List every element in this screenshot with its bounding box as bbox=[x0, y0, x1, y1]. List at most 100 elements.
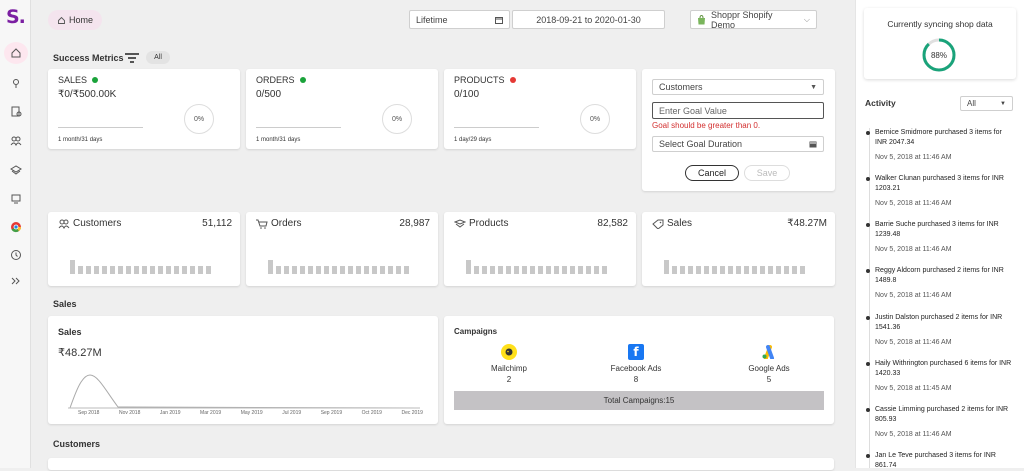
store-select[interactable]: Shoppr Shopify Demo ⌵ bbox=[690, 9, 817, 30]
home-icon[interactable] bbox=[4, 42, 28, 64]
campaign-facebook[interactable]: f Facebook Ads 8 bbox=[596, 344, 676, 384]
metric-progress-line bbox=[256, 127, 341, 128]
products-nav-icon[interactable] bbox=[7, 161, 25, 179]
x-axis-label: Dec 2019 bbox=[401, 410, 423, 416]
metric-percent-circle: 0% bbox=[184, 104, 214, 134]
sales-chart-card: Sales ₹48.27M Sep 2018 Nov 2018 Jan 2019… bbox=[48, 316, 438, 424]
activity-filter-select[interactable]: All ▼ bbox=[960, 96, 1013, 111]
date-range-input[interactable]: 2018-09-21 to 2020-01-30 bbox=[512, 10, 665, 29]
stat-label: Customers bbox=[73, 218, 122, 229]
customers-card bbox=[48, 458, 834, 470]
activity-bullet bbox=[866, 131, 870, 135]
metric-label-text: ORDERS bbox=[256, 75, 295, 85]
x-axis-label: Mar 2019 bbox=[200, 410, 222, 416]
activity-time: Nov 5, 2018 at 11:46 AM bbox=[875, 431, 952, 438]
activity-title: Activity bbox=[865, 98, 896, 108]
customers-nav-icon[interactable] bbox=[7, 132, 25, 150]
goal-error-text: Goal should be greater than 0. bbox=[652, 121, 761, 130]
campaign-mailchimp[interactable]: Mailchimp 2 bbox=[469, 344, 549, 384]
campaign-name: Facebook Ads bbox=[610, 364, 662, 373]
activity-text: Haily Withrington purchased 6 items for … bbox=[875, 360, 1012, 377]
expand-sidebar-icon[interactable] bbox=[7, 272, 25, 290]
mailchimp-icon bbox=[501, 344, 517, 360]
stat-sparkbars bbox=[466, 260, 607, 274]
sales-total: ₹48.27M bbox=[58, 347, 102, 359]
metric-card-sales[interactable]: SALES ₹0/₹500.00K 0% 1 month/31 days bbox=[48, 69, 240, 149]
metric-label-text: SALES bbox=[58, 75, 88, 85]
cancel-button[interactable]: Cancel bbox=[685, 165, 739, 181]
metric-card-orders[interactable]: ORDERS 0/500 0% 1 month/31 days bbox=[246, 69, 438, 149]
activity-bullet bbox=[866, 269, 870, 273]
activity-text: Cassie Limming purchased 2 items for INR… bbox=[875, 406, 1009, 423]
x-axis-label: Jan 2019 bbox=[159, 410, 181, 416]
activity-bullet bbox=[866, 177, 870, 181]
campaign-google-ads[interactable]: Google Ads 5 bbox=[729, 344, 809, 384]
x-axis-label: Sep 2018 bbox=[78, 410, 100, 416]
stat-value: 28,987 bbox=[399, 218, 430, 229]
report-icon[interactable] bbox=[7, 102, 25, 120]
filter-badge[interactable]: All bbox=[146, 51, 170, 64]
stat-value: 51,112 bbox=[202, 218, 232, 229]
campaigns-title: Campaigns bbox=[454, 327, 498, 336]
total-campaigns-bar: Total Campaigns:15 bbox=[454, 391, 824, 410]
range-select[interactable]: Lifetime bbox=[409, 10, 510, 29]
metric-value: ₹0/₹500.00K bbox=[58, 89, 117, 100]
google-ads-icon bbox=[761, 344, 777, 360]
campaign-count: 2 bbox=[506, 375, 512, 384]
podcast-icon[interactable] bbox=[7, 74, 25, 92]
cart-icon bbox=[256, 219, 268, 229]
activity-text: Reggy Aldcorn purchased 2 items for INR … bbox=[875, 267, 1004, 284]
app-logo[interactable]: S. bbox=[6, 6, 26, 28]
campaign-nav-icon[interactable] bbox=[7, 190, 25, 208]
goal-value-input[interactable]: Enter Goal Value bbox=[652, 102, 824, 119]
save-button[interactable]: Save bbox=[744, 165, 790, 181]
goal-metric-select[interactable]: Customers ▼ bbox=[652, 79, 824, 95]
chrome-icon[interactable] bbox=[7, 218, 25, 236]
chevron-down-icon: ⌵ bbox=[803, 14, 810, 24]
metric-value: 0/500 bbox=[256, 89, 282, 100]
goal-duration-input[interactable]: Select Goal Duration bbox=[652, 136, 824, 152]
filter-icon[interactable] bbox=[125, 53, 139, 65]
sync-percent: 88% bbox=[930, 50, 947, 60]
metric-value: 0/100 bbox=[454, 89, 480, 100]
stat-label: Sales bbox=[667, 218, 693, 229]
activity-time: Nov 5, 2018 at 11:45 AM bbox=[875, 385, 952, 392]
status-dot-green bbox=[299, 77, 306, 83]
stat-label: Orders bbox=[271, 218, 302, 229]
status-dot-green bbox=[92, 77, 99, 83]
activity-time: Nov 5, 2018 at 11:46 AM bbox=[875, 200, 952, 207]
x-axis-label: Sep 2019 bbox=[320, 410, 343, 416]
sales-area-chart bbox=[68, 374, 420, 409]
activity-filter-value: All bbox=[967, 99, 976, 108]
metric-label: PRODUCTS bbox=[454, 75, 516, 85]
stat-card-orders[interactable]: Orders 28,987 bbox=[246, 212, 438, 286]
stat-card-sales[interactable]: Sales ₹48.27M bbox=[642, 212, 835, 286]
metric-period: 1 day/29 days bbox=[454, 137, 492, 143]
home-breadcrumb[interactable]: Home bbox=[48, 10, 102, 30]
stat-sparkbars bbox=[664, 260, 805, 274]
campaign-count: 8 bbox=[633, 375, 639, 384]
right-panel: Currently syncing shop data 88% Activity… bbox=[855, 0, 1024, 469]
activity-bullet bbox=[866, 316, 870, 320]
activity-text: Justin Dalston purchased 2 items for INR… bbox=[875, 314, 1003, 331]
activity-time: Nov 5, 2018 at 11:46 AM bbox=[875, 154, 952, 161]
activity-bullet bbox=[866, 454, 870, 458]
home-small-icon bbox=[58, 16, 65, 24]
metric-card-products[interactable]: PRODUCTS 0/100 0% 1 day/29 days bbox=[444, 69, 636, 149]
stat-sparkbars bbox=[268, 260, 409, 274]
metric-label: ORDERS bbox=[256, 75, 306, 85]
campaign-count: 5 bbox=[766, 375, 772, 384]
activity-time: Nov 5, 2018 at 11:46 AM bbox=[875, 246, 952, 253]
x-axis-label: Nov 2018 bbox=[118, 410, 141, 416]
main-content: Home Lifetime 2018-09-21 to 2020-01-30 S… bbox=[31, 0, 855, 470]
stat-card-customers[interactable]: Customers 51,112 bbox=[48, 212, 240, 286]
metric-period: 1 month/31 days bbox=[58, 137, 103, 143]
sales-card-title: Sales bbox=[58, 327, 82, 337]
activity-text: Walker Clunan purchased 3 items for INR … bbox=[875, 175, 1004, 192]
store-select-value: Shoppr Shopify Demo bbox=[711, 9, 773, 30]
calendar-icon bbox=[809, 141, 817, 148]
shopify-icon bbox=[698, 14, 705, 24]
status-dot-red bbox=[509, 77, 516, 83]
stat-card-products[interactable]: Products 82,582 bbox=[444, 212, 636, 286]
history-icon[interactable] bbox=[7, 246, 25, 264]
